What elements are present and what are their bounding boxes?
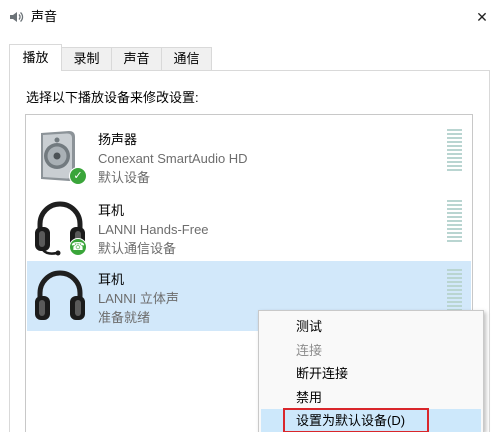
device-name: 耳机 [98,272,125,287]
menu-item-disable[interactable]: 禁用 [259,386,483,410]
headset-icon: ☎ [31,198,89,256]
menu-item-disconnect[interactable]: 断开连接 [259,362,483,386]
menu-item-test[interactable]: 测试 [259,315,483,339]
device-driver: LANNI Hands-Free [98,222,209,237]
device-status: 默认通信设备 [98,241,177,256]
tab-playback[interactable]: 播放 [9,44,62,71]
volume-level-meter [447,269,462,313]
volume-level-meter [447,129,462,173]
annotation-highlight-box [283,408,429,432]
volume-level-meter [447,200,462,244]
instruction-text: 选择以下播放设备来修改设置: [26,90,199,105]
headphones-icon [31,267,89,325]
device-name: 扬声器 [98,132,138,147]
device-name: 耳机 [98,203,125,218]
device-row-speaker[interactable]: ✓ 扬声器 Conexant SmartAudio HD 默认设备 [27,121,471,191]
speaker-icon [8,9,24,25]
speaker-icon: ✓ [31,127,89,185]
close-button[interactable]: ✕ [469,4,495,30]
device-driver: Conexant SmartAudio HD [98,151,248,166]
device-row-headset[interactable]: ☎ 耳机 LANNI Hands-Free 默认通信设备 [27,192,471,262]
title-bar: 声音 ✕ [0,0,500,34]
window-title: 声音 [31,9,58,24]
tab-sounds[interactable]: 声音 [111,47,162,71]
tab-recording[interactable]: 录制 [61,47,112,71]
default-check-icon: ✓ [69,167,87,185]
tab-communications[interactable]: 通信 [161,47,212,71]
communication-phone-icon: ☎ [69,238,87,256]
menu-item-set-default[interactable]: 设置为默认设备(D) [261,408,481,432]
device-driver: LANNI 立体声 [98,291,179,306]
menu-item-connect: 连接 [296,342,323,358]
device-context-menu: 测试 连接 断开连接 禁用 设置为默认设备(D) [258,310,484,432]
device-status: 默认设备 [98,170,151,185]
device-status: 准备就绪 [98,310,151,325]
